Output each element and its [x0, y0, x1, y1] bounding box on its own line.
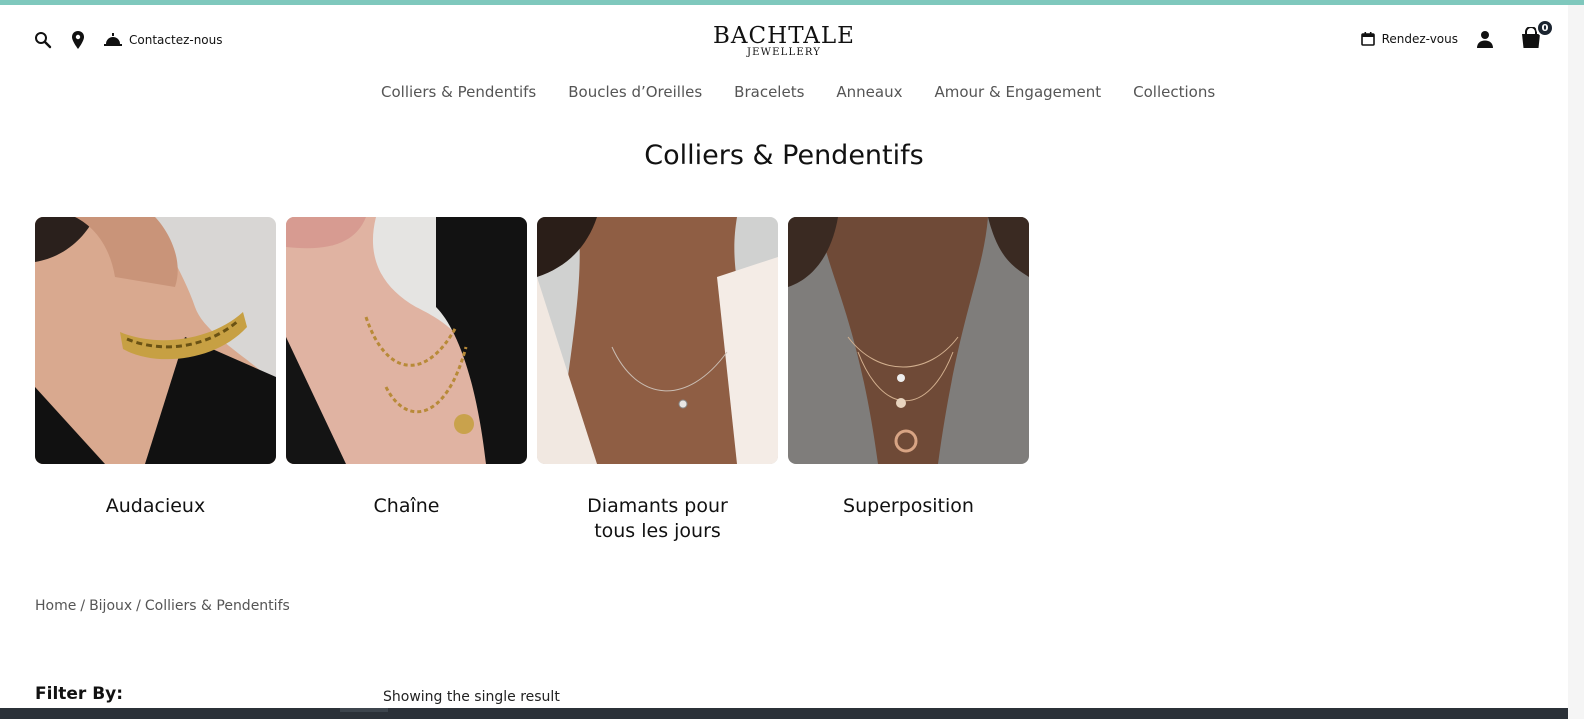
- category-label: Diamants pour tous les jours: [587, 495, 728, 542]
- location-pin-icon[interactable]: [70, 31, 86, 49]
- search-icon[interactable]: [34, 31, 52, 49]
- cart-count-badge: 0: [1536, 19, 1554, 37]
- category-label: Audacieux: [105, 495, 206, 517]
- breadcrumb-home[interactable]: Home: [35, 598, 76, 614]
- category-image: [788, 217, 1029, 464]
- bottom-bar-indicator: [340, 708, 388, 712]
- result-count: Showing the single result: [383, 689, 560, 705]
- category-card-chaine[interactable]: Chaîne: [286, 217, 527, 544]
- category-image: [286, 217, 527, 464]
- breadcrumb: Home / Bijoux / Colliers & Pendentifs: [35, 598, 290, 614]
- category-image: [537, 217, 778, 464]
- nav-item-colliers[interactable]: Colliers & Pendentifs: [381, 83, 536, 101]
- cart-button[interactable]: 0: [1520, 19, 1554, 53]
- filter-by-heading: Filter By:: [35, 684, 124, 704]
- appointment-link[interactable]: Rendez-vous: [1360, 32, 1458, 46]
- contact-link[interactable]: Contactez-nous: [129, 33, 223, 47]
- nav-item-anneaux[interactable]: Anneaux: [836, 83, 902, 101]
- breadcrumb-current: Colliers & Pendentifs: [144, 598, 290, 614]
- page-scrollbar[interactable]: [1568, 5, 1584, 719]
- service-bell-icon[interactable]: [104, 32, 122, 48]
- nav-item-boucles[interactable]: Boucles d’Oreilles: [568, 83, 702, 101]
- page-title: Colliers & Pendentifs: [644, 140, 924, 171]
- main-nav: Colliers & Pendentifs Boucles d’Oreilles…: [381, 83, 1247, 101]
- category-label: Chaîne: [373, 495, 440, 517]
- category-grid: Audacieux Chaîne Diamants pour tous les …: [35, 217, 1039, 544]
- header-right-tools: Rendez-vous 0: [1360, 19, 1554, 53]
- breadcrumb-separator: /: [80, 598, 86, 614]
- header-left-tools: Contactez-nous: [34, 31, 223, 49]
- account-icon[interactable]: [1476, 30, 1494, 48]
- nav-item-collections[interactable]: Collections: [1133, 83, 1215, 101]
- breadcrumb-bijoux[interactable]: Bijoux: [89, 598, 132, 614]
- category-card-audacieux[interactable]: Audacieux: [35, 217, 276, 544]
- category-image: [35, 217, 276, 464]
- category-label: Superposition: [843, 495, 974, 517]
- category-card-superposition[interactable]: Superposition: [788, 217, 1029, 544]
- appointment-label: Rendez-vous: [1381, 32, 1458, 46]
- brand-logo[interactable]: BACHTALE JEWELLERY: [684, 23, 884, 58]
- shopping-bag-icon: [1520, 26, 1542, 53]
- category-card-diamants[interactable]: Diamants pour tous les jours: [537, 217, 778, 544]
- nav-item-bracelets[interactable]: Bracelets: [734, 83, 804, 101]
- logo-main-text: BACHTALE: [713, 23, 855, 49]
- breadcrumb-separator: /: [136, 598, 141, 614]
- nav-item-amour-engagement[interactable]: Amour & Engagement: [934, 83, 1101, 101]
- calendar-icon: [1360, 32, 1375, 46]
- bottom-bar: [0, 708, 1568, 719]
- site-header: Contactez-nous BACHTALE JEWELLERY Rendez…: [0, 5, 1584, 75]
